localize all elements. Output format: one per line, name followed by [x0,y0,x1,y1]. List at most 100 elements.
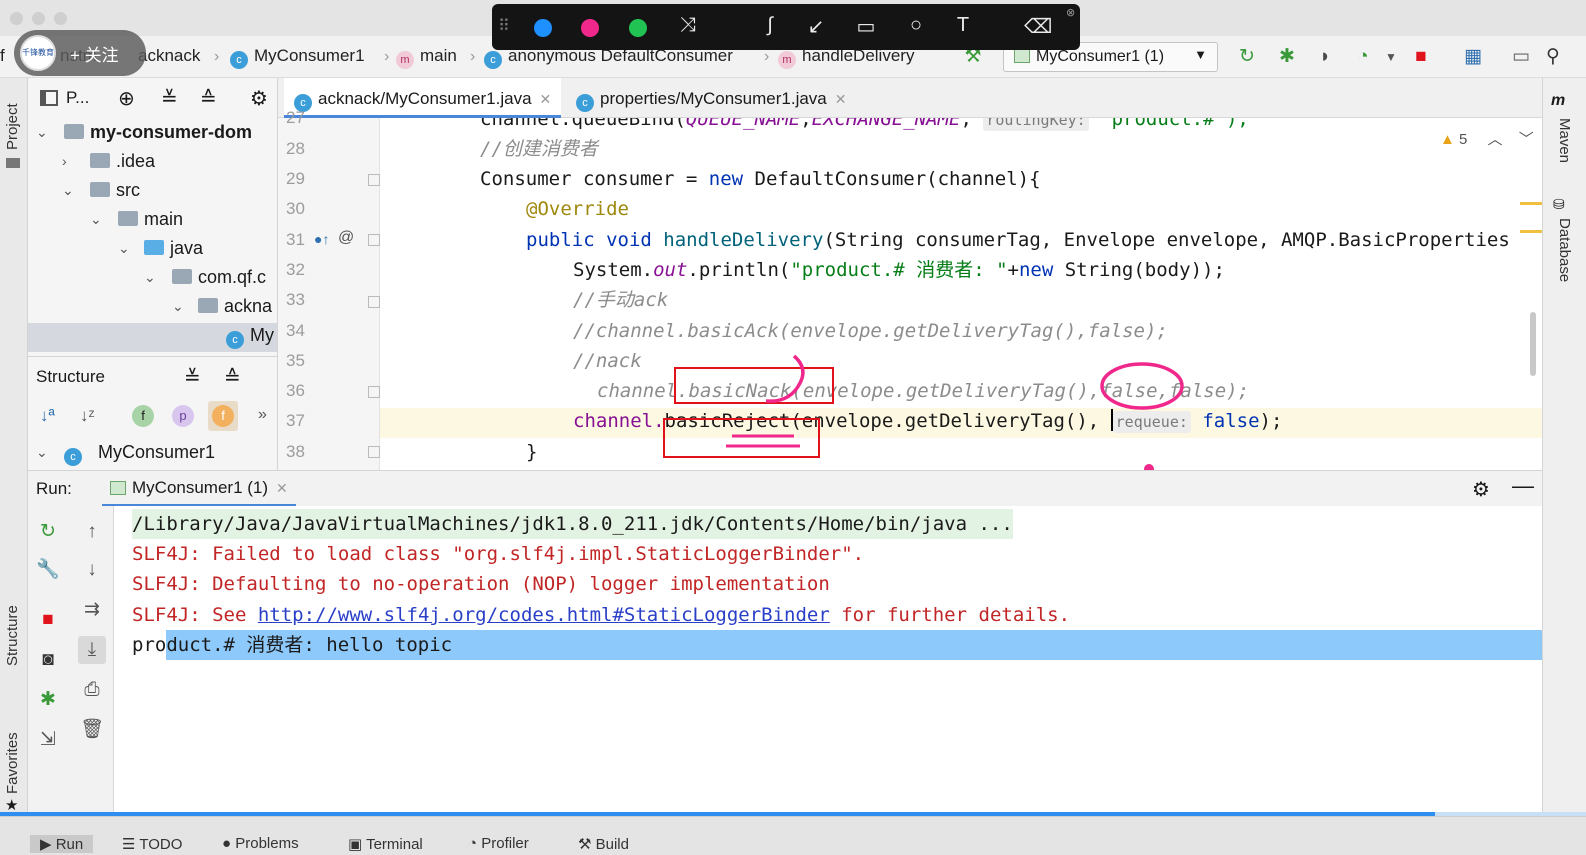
rectangle-icon[interactable]: ▭ [852,14,880,39]
bottom-tab-problems[interactable]: ● Problems [222,835,299,852]
sort-alphabetically-icon[interactable]: ↓ᶻ [80,406,95,426]
minimize-window-button[interactable] [32,12,45,25]
close-icon[interactable]: ✕ [540,91,552,107]
chevron-down-icon[interactable]: ﹀ [1519,131,1534,148]
fold-icon[interactable] [368,174,380,186]
color-green-swatch[interactable] [629,19,647,37]
expand-all-icon[interactable]: ≚ [161,86,178,111]
pink-annotation-strokes [726,354,1184,470]
window-icon[interactable]: ▭ [1508,44,1534,70]
project-structure-icon[interactable]: ▦ [1460,44,1486,70]
tree-item-acknack[interactable]: ⌄ ackna [28,294,277,323]
rerun-icon[interactable]: ↻ [34,518,62,546]
favorites-tool-button[interactable]: Favorites [4,732,21,794]
fold-icon[interactable] [368,296,380,308]
project-view-select[interactable]: P... [66,88,89,108]
crumb-myconsumer1[interactable]: c MyConsumer1 [230,46,365,69]
code-editor[interactable]: channel.queueBind(QUEUE_NAME,EXCHANGE_NA… [380,118,1542,470]
arrow-down-icon[interactable]: ↓ [78,556,106,584]
tree-item-idea[interactable]: › .idea [28,149,277,178]
structure-item-myconsumer1[interactable]: ⌄ c MyConsumer1 [28,440,277,469]
tree-item-label: my-consumer-dom [90,122,253,142]
bottom-tab-profiler[interactable]: ◔ Profiler [468,835,529,852]
run-panel-header: Run: MyConsumer1 (1) ✕ ⚙ — [28,470,1542,507]
soft-wrap-icon[interactable]: ⇉ [78,596,106,624]
sort-by-visibility-icon[interactable]: ↓ª [40,406,55,426]
fold-icon[interactable] [368,386,380,398]
eraser-icon[interactable]: ⌫ [1024,14,1052,39]
run-tab-myconsumer1[interactable]: MyConsumer1 (1) ✕ [102,471,296,507]
close-icon[interactable]: ✕ [276,480,288,496]
maven-tool-button[interactable]: Maven [1556,118,1573,163]
gear-icon[interactable]: ⚙ [1472,477,1490,502]
crumb-project[interactable]: f [0,46,5,66]
show-properties-icon[interactable]: p [172,405,194,427]
bottom-tab-terminal[interactable]: ▣ Terminal [348,835,423,853]
coverage-icon[interactable]: ◗ [1312,44,1338,70]
circle-icon[interactable]: ○ [902,14,930,37]
chevron-up-icon[interactable]: ︿ [1488,131,1503,148]
more-icon[interactable]: » [258,406,267,424]
rerun-icon[interactable]: ↻ [1234,44,1260,70]
collapse-all-icon[interactable]: ≙ [200,86,217,111]
color-blue-swatch[interactable] [534,19,552,37]
error-stripe-marker[interactable] [1520,202,1542,205]
chevron-down-icon[interactable]: ▼ [1378,44,1404,70]
drag-handle-icon[interactable]: ⠿ [498,16,510,36]
console-line: SLF4J: Defaulting to no-operation (NOP) … [132,573,830,595]
tab-acknack-myconsumer1[interactable]: c acknack/MyConsumer1.java ✕ [284,78,562,118]
collapse-all-icon[interactable]: ≙ [224,365,241,390]
tree-item-myconsumer-selected[interactable]: c My [28,323,277,352]
arrow-up-icon[interactable]: ↑ [78,518,106,546]
gear-icon[interactable]: ⚙ [250,86,268,111]
structure-tool-button[interactable]: Structure [4,605,21,666]
tree-item-src[interactable]: ⌄ src [28,178,277,207]
error-stripe-marker[interactable] [1520,230,1542,233]
database-tool-button[interactable]: Database [1556,218,1573,282]
close-window-button[interactable] [10,12,23,25]
console-link[interactable]: http://www.slf4j.org/codes.html#StaticLo… [258,604,830,626]
show-fields-icon[interactable]: f [208,401,238,431]
stop-icon[interactable]: ■ [1408,44,1434,70]
search-icon[interactable]: ⚲ [1540,44,1566,70]
text-icon[interactable]: T [949,14,977,37]
inspection-widget[interactable]: ▲ 5 ︿ ﹀ [1440,128,1534,149]
locate-icon[interactable]: ⊕ [118,86,135,111]
arrow-icon[interactable]: ↙ [802,14,830,39]
tree-item-main[interactable]: ⌄ main [28,207,277,236]
override-marker-icon[interactable]: ●↑ [314,231,329,247]
debug-bug-icon[interactable]: ✱ [1274,44,1300,70]
project-tool-button[interactable]: Project [4,103,21,150]
close-icon[interactable]: ✕ [835,91,847,107]
print-icon[interactable]: ⎙ [78,676,106,704]
fold-icon[interactable] [368,446,380,458]
stop-icon[interactable]: ■ [34,606,62,634]
minimize-icon[interactable]: — [1512,473,1534,499]
exit-icon[interactable]: ⇲ [34,726,62,754]
bottom-tab-run[interactable]: ▶ Run [30,835,94,853]
tree-item-com-qf[interactable]: ⌄ com.qf.c [28,265,277,294]
expand-all-icon[interactable]: ≚ [184,365,201,390]
color-pink-swatch[interactable] [581,19,599,37]
close-icon[interactable]: ⊗ [1066,6,1075,19]
tree-item-my-consumer-dom[interactable]: ⌄ my-consumer-dom [28,120,277,149]
shuffle-icon[interactable]: ⤨ [674,14,702,37]
fold-icon[interactable] [368,234,380,246]
bottom-tab-build[interactable]: ⚒ Build [578,835,629,853]
scrollbar-thumb[interactable] [1530,312,1536,376]
maximize-window-button[interactable] [54,12,67,25]
wrench-icon[interactable]: 🔧 [34,556,62,584]
trash-icon[interactable]: 🗑 [78,716,106,744]
bottom-tab-todo[interactable]: ☰ TODO [122,835,182,853]
profile-icon[interactable]: ◔ [1350,44,1376,70]
tab-properties-myconsumer1[interactable]: c properties/MyConsumer1.java ✕ [566,78,857,118]
curve-icon[interactable]: ∫ [756,14,784,37]
show-inherited-icon[interactable]: f [132,405,154,427]
debug-bug-icon[interactable]: ✱ [34,686,62,714]
console-output[interactable]: /Library/Java/JavaVirtualMachines/jdk1.8… [114,506,1542,816]
crumb-acknack[interactable]: acknack [138,46,200,66]
tree-item-java[interactable]: ⌄ java [28,236,277,265]
camera-icon[interactable]: ◙ [34,646,62,674]
scroll-to-end-icon[interactable]: ⤓ [78,636,106,664]
crumb-main[interactable]: m main [396,46,457,69]
